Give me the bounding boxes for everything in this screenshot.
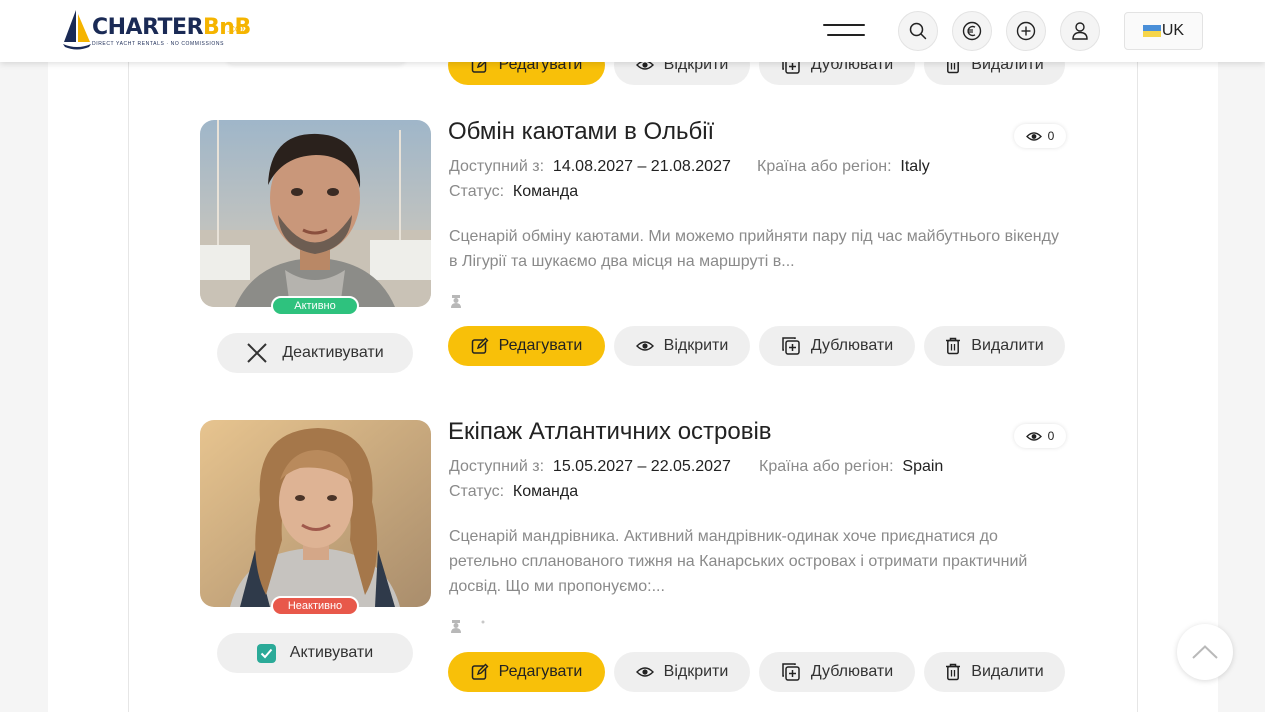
language-selector[interactable]: UK xyxy=(1124,12,1203,50)
eye-icon xyxy=(1025,131,1042,141)
open-button[interactable]: Відкрити xyxy=(614,326,750,366)
status-row: Статус: Команда xyxy=(449,183,578,201)
duplicate-label: Дублювати xyxy=(810,337,894,354)
open-label: Відкрити xyxy=(663,663,729,680)
delete-label: Видалити xyxy=(971,663,1044,680)
status-row: Статус: Команда xyxy=(449,483,578,501)
views-count: 0 xyxy=(1047,429,1055,443)
available-dates: 14.08.2027 – 21.08.2027 xyxy=(552,158,731,175)
search-button[interactable] xyxy=(898,11,938,51)
edit-button[interactable]: Редагувати xyxy=(448,326,605,366)
edit-icon xyxy=(471,663,489,680)
man-portrait-image xyxy=(200,120,431,307)
region-value: Spain xyxy=(902,458,944,475)
delete-button[interactable]: Видалити xyxy=(924,326,1065,366)
listing-title[interactable]: Екіпаж Атлантичних островів xyxy=(448,418,772,446)
region-label: Країна або регіон: xyxy=(757,158,892,175)
edit-label: Редагувати xyxy=(498,337,583,354)
chevron-up-icon xyxy=(1192,645,1218,659)
add-listing-button[interactable] xyxy=(1006,11,1046,51)
eye-icon xyxy=(635,341,654,351)
checkbox-checked-icon xyxy=(256,643,276,663)
search-icon xyxy=(909,22,927,40)
sail-logo-icon xyxy=(63,10,91,50)
duplicate-icon xyxy=(782,337,800,355)
add-icon xyxy=(1016,21,1036,41)
listing-title[interactable]: Обмін каютами в Ольбії xyxy=(448,118,714,146)
listing-photo[interactable] xyxy=(200,120,431,307)
crew-icon xyxy=(451,620,461,633)
deactivate-button[interactable]: Деактивувати xyxy=(217,333,413,373)
delete-label: Видалити xyxy=(971,337,1044,354)
menu-icon[interactable] xyxy=(823,22,865,40)
activate-label: Активувати xyxy=(289,644,374,661)
dot-icon xyxy=(481,620,485,624)
eye-icon xyxy=(1025,431,1042,441)
region-label: Країна або регіон: xyxy=(759,458,894,475)
account-button[interactable] xyxy=(1060,11,1100,51)
user-icon xyxy=(1072,22,1088,40)
close-icon xyxy=(247,343,268,363)
deactivate-label: Деактивувати xyxy=(282,344,384,361)
logo-tagline: DIRECT YACHT RENTALS · NO COMMISSIONS xyxy=(92,41,225,47)
ukraine-flag-icon xyxy=(1142,25,1161,37)
scroll-to-top-button[interactable] xyxy=(1177,624,1233,680)
duplicate-button[interactable]: Дублювати xyxy=(759,652,915,692)
listing-description: Сценарій мандрівника. Активний мандрівни… xyxy=(449,528,1028,595)
delete-button[interactable]: Видалити xyxy=(924,652,1065,692)
status-badge: Активно xyxy=(271,296,359,316)
duplicate-icon xyxy=(782,663,800,681)
duplicate-label: Дублювати xyxy=(810,663,894,680)
status-label: Статус: xyxy=(449,183,505,200)
charterbnb-logo[interactable]: CHARTERBnB .COM DIRECT YACHT RENTALS · N… xyxy=(62,8,262,52)
edit-icon xyxy=(471,337,489,354)
edit-button[interactable]: Редагувати xyxy=(448,652,605,692)
status-value: Команда xyxy=(512,183,579,200)
trash-icon xyxy=(946,337,961,355)
views-count: 0 xyxy=(1047,129,1055,143)
language-label: UK xyxy=(1161,22,1185,39)
availability-row: Доступний з: 14.08.2027 – 21.08.2027 xyxy=(449,158,731,176)
views-counter: 0 xyxy=(1014,424,1066,448)
activate-button[interactable]: Активувати xyxy=(217,633,413,673)
region-row: Країна або регіон: Spain xyxy=(759,458,943,476)
region-row: Країна або регіон: Italy xyxy=(757,158,930,176)
logo-text-part1: CHARTER xyxy=(92,15,204,40)
currency-button[interactable] xyxy=(952,11,992,51)
trash-icon xyxy=(946,663,961,681)
status-value: Команда xyxy=(512,483,579,500)
views-counter: 0 xyxy=(1014,124,1066,148)
top-header: CHARTERBnB .COM DIRECT YACHT RENTALS · N… xyxy=(0,0,1265,62)
listing-description: Сценарій обміну каютами. Ми можемо прийн… xyxy=(449,228,1059,270)
open-button[interactable]: Відкрити xyxy=(614,652,750,692)
duplicate-button[interactable]: Дублювати xyxy=(759,326,915,366)
availability-row: Доступний з: 15.05.2027 – 22.05.2027 xyxy=(449,458,731,476)
available-dates: 15.05.2027 – 22.05.2027 xyxy=(552,458,731,475)
listing-photo[interactable] xyxy=(200,420,431,607)
captain-icon xyxy=(451,295,461,308)
region-value: Italy xyxy=(900,158,930,175)
woman-portrait-image xyxy=(200,420,431,607)
available-label: Доступний з: xyxy=(449,158,545,175)
euro-icon xyxy=(962,21,982,41)
open-label: Відкрити xyxy=(663,337,729,354)
edit-label: Редагувати xyxy=(498,663,583,680)
available-label: Доступний з: xyxy=(449,458,545,475)
status-label: Статус: xyxy=(449,483,505,500)
logo-suffix: .COM xyxy=(227,25,248,34)
eye-icon xyxy=(635,667,654,677)
status-badge: Неактивно xyxy=(271,596,359,616)
